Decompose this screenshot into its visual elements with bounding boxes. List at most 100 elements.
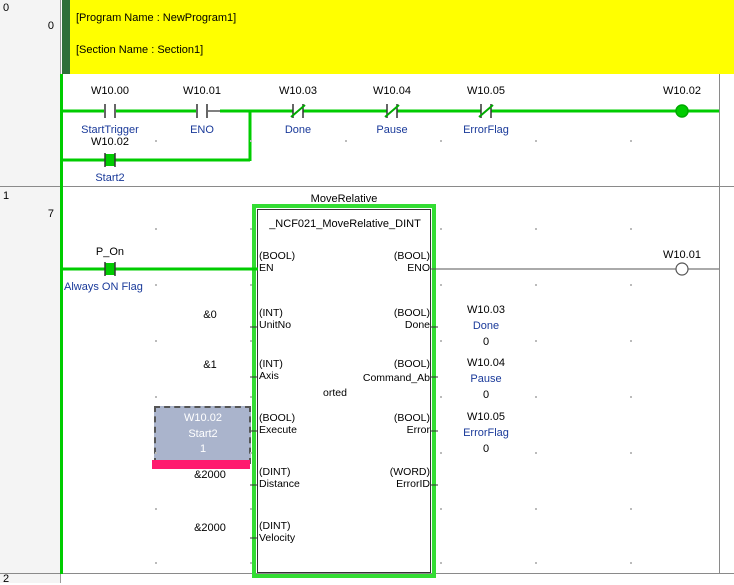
grid-dot <box>440 562 442 564</box>
grid-dot <box>345 140 347 142</box>
contact-address: W10.05 <box>467 85 505 97</box>
operand-value: 0 <box>482 443 490 455</box>
operand-value[interactable]: &2000 <box>180 469 240 481</box>
grid-dot <box>155 228 157 230</box>
grid-dot <box>440 508 442 510</box>
grid-dot <box>250 284 252 286</box>
pin-name: Velocity <box>259 532 296 544</box>
grid-dot <box>155 562 157 564</box>
normally-open-contact-icon[interactable] <box>92 152 128 168</box>
contact-name: ENO <box>190 124 214 136</box>
rung-number: 2 <box>3 573 10 585</box>
contact-address: P_On <box>95 246 125 258</box>
operand-name: Start2 <box>188 428 218 440</box>
grid-dot <box>630 340 632 342</box>
normally-open-contact-icon[interactable] <box>92 261 128 277</box>
grid-dot <box>535 562 537 564</box>
output-coil-icon[interactable] <box>668 103 696 119</box>
grid-dot <box>155 508 157 510</box>
contact-address: W10.00 <box>91 85 129 97</box>
grid-dot <box>155 140 157 142</box>
grid-dot <box>630 284 632 286</box>
grid-dot <box>155 396 157 398</box>
contact-name: StartTrigger <box>81 124 139 136</box>
operand-name: Done <box>472 320 500 332</box>
pin-name: Done <box>404 319 430 331</box>
pin-type: (INT) <box>259 307 283 319</box>
grid-dot <box>630 562 632 564</box>
grid-dot <box>630 228 632 230</box>
operand-value: 0 <box>482 336 490 348</box>
contact-name: Always ON Flag <box>64 281 143 293</box>
grid-dot <box>630 508 632 510</box>
pin-type: (BOOL) <box>259 412 296 424</box>
operand-value[interactable]: &2000 <box>180 522 240 534</box>
grid-dot <box>250 396 252 398</box>
contact-name: ErrorFlag <box>463 124 509 136</box>
pin-name: UnitNo <box>259 319 292 331</box>
pin-name: Axis <box>259 370 279 382</box>
grid-dot <box>535 396 537 398</box>
operand-name: ErrorFlag <box>463 427 509 439</box>
pin-type: (WORD) <box>389 466 430 478</box>
contact-address: W10.03 <box>279 85 317 97</box>
pin-name: ENO <box>407 262 430 274</box>
grid-dot <box>155 452 157 454</box>
coil-address: W10.02 <box>663 85 701 97</box>
contact-name: Pause <box>376 124 408 136</box>
operand-address[interactable]: W10.04 <box>456 357 516 369</box>
operand-address: W10.02 <box>184 412 222 424</box>
operand-value: 0 <box>482 389 490 401</box>
grid-dot <box>630 396 632 398</box>
pin-name: EN <box>259 262 274 274</box>
normally-closed-contact-icon[interactable] <box>280 103 316 119</box>
pin-type: (BOOL) <box>259 250 296 262</box>
pin-type: (DINT) <box>259 466 291 478</box>
insertion-marker <box>152 460 250 469</box>
pin-name: Command_Ab <box>362 372 430 384</box>
grid-dot <box>250 452 252 454</box>
grid-dot <box>250 340 252 342</box>
grid-dot <box>440 284 442 286</box>
operand-value[interactable]: &0 <box>190 309 230 321</box>
pin-name-continued: orted <box>323 387 347 399</box>
grid-dot <box>535 340 537 342</box>
grid-dot <box>630 452 632 454</box>
pin-type: (BOOL) <box>393 250 430 262</box>
grid-dot <box>250 508 252 510</box>
grid-dot <box>535 284 537 286</box>
contact-name: Done <box>284 124 312 136</box>
coil-address: W10.01 <box>663 249 701 261</box>
operand-value: 1 <box>199 443 207 455</box>
contact-address: W10.01 <box>183 85 221 97</box>
grid-dot <box>250 228 252 230</box>
operand-value[interactable]: &1 <box>190 359 230 371</box>
pin-name: Error <box>406 424 430 436</box>
pin-name: Execute <box>259 424 297 436</box>
pin-name: Distance <box>259 478 300 490</box>
operand-name: Pause <box>470 373 502 385</box>
pin-type: (BOOL) <box>393 358 430 370</box>
grid-dot <box>155 284 157 286</box>
grid-dot <box>440 340 442 342</box>
normally-open-contact-icon[interactable] <box>92 103 128 119</box>
pin-type: (DINT) <box>259 520 291 532</box>
operand-address[interactable]: W10.05 <box>456 411 516 423</box>
grid-dot <box>535 228 537 230</box>
contact-address: W10.02 <box>91 136 129 148</box>
pin-type: (INT) <box>259 358 283 370</box>
grid-dot <box>535 452 537 454</box>
normally-closed-contact-icon[interactable] <box>468 103 504 119</box>
grid-dot <box>535 508 537 510</box>
grid-dot <box>155 340 157 342</box>
pin-name: ErrorID <box>396 478 430 490</box>
normally-closed-contact-icon[interactable] <box>374 103 410 119</box>
contact-name: Start2 <box>95 172 125 184</box>
grid-dot <box>440 228 442 230</box>
operand-address[interactable]: W10.03 <box>456 304 516 316</box>
grid-dot <box>440 396 442 398</box>
contact-address: W10.04 <box>373 85 411 97</box>
pin-type: (BOOL) <box>393 412 430 424</box>
normally-open-contact-icon[interactable] <box>184 103 220 119</box>
output-coil-icon[interactable] <box>668 261 696 277</box>
